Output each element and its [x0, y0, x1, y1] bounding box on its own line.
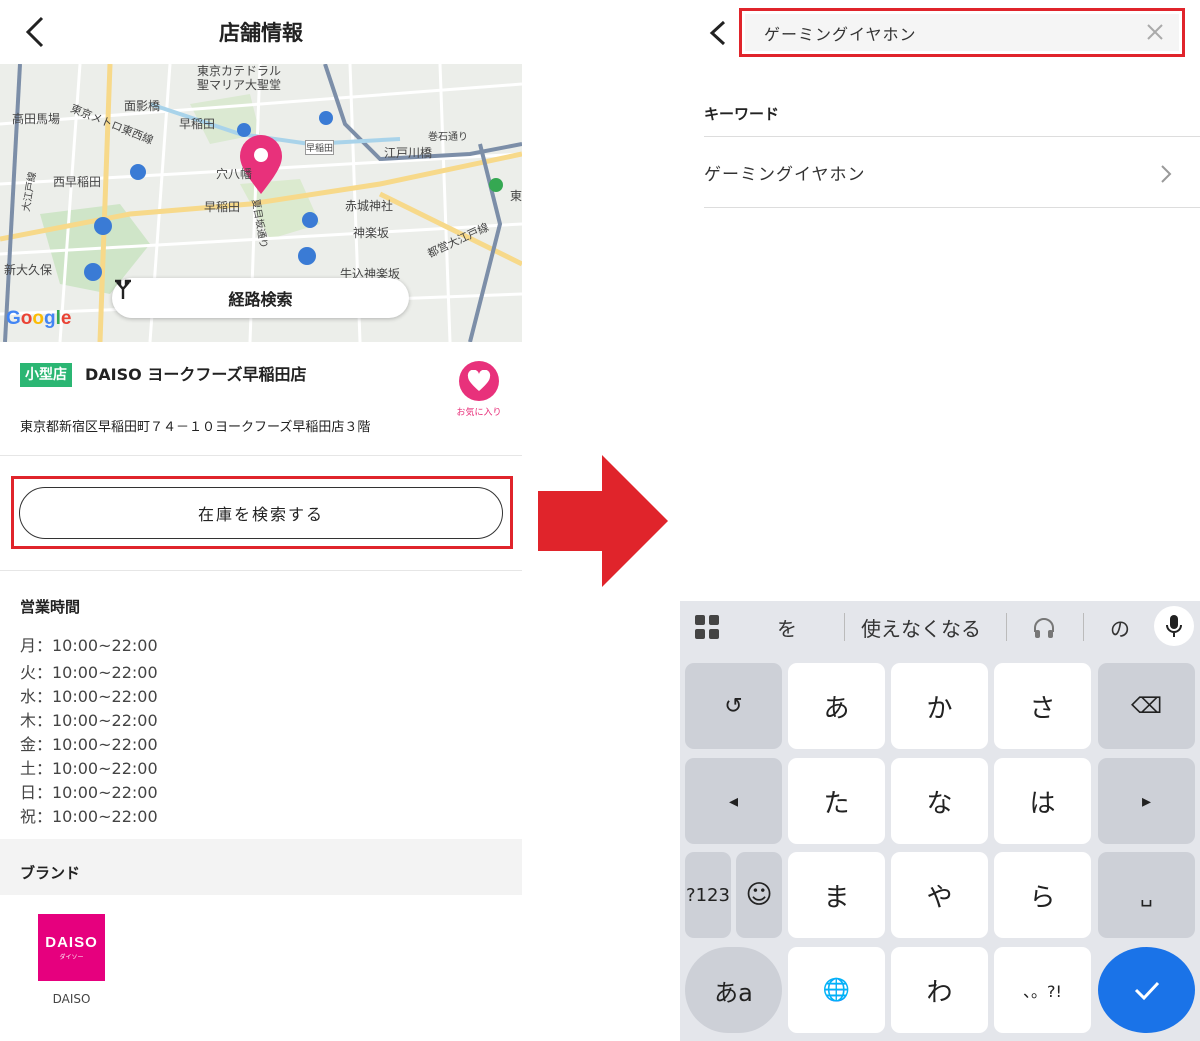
brand-label: DAISO [52, 992, 91, 1006]
divider [1083, 613, 1084, 641]
key-ma[interactable]: ま [788, 852, 885, 938]
key-sa[interactable]: さ [994, 663, 1091, 749]
punctuation-key[interactable]: 、。?! [994, 947, 1091, 1033]
header: 店舗情報 [0, 0, 522, 64]
hours-title: 営業時間 [20, 598, 81, 616]
map-label: 聖マリア大聖堂 [197, 78, 282, 92]
suggestion-bar: を 使えなくなる の [680, 601, 1200, 653]
directions-icon [115, 279, 131, 299]
store-name: DAISO ヨークフーズ早稲田店 [85, 365, 307, 384]
keyword-suggestion-item[interactable]: ゲーミングイヤホン [704, 137, 1200, 207]
language-key[interactable]: 🌐 [788, 947, 885, 1033]
divider [844, 613, 845, 641]
input-mode-key[interactable]: あa [685, 947, 782, 1033]
mic-button[interactable] [1154, 606, 1194, 646]
key-ta[interactable]: た [788, 758, 885, 844]
hours-row: 火：10:00~22:00 [20, 663, 158, 682]
highlight-box [739, 8, 1185, 57]
arrow-right-icon [538, 455, 668, 587]
map-label: 西早稲田 [53, 175, 102, 189]
key-a[interactable]: あ [788, 663, 885, 749]
back-button[interactable] [702, 16, 732, 50]
map-label: 高田馬場 [12, 112, 61, 126]
map-label: 早稲田 [179, 117, 216, 131]
daiso-logo-text: DAISO [45, 934, 98, 951]
map-label: 巻石通り [428, 132, 468, 143]
hours-row: 木：10:00~22:00 [20, 711, 158, 730]
favorite-label: お気に入り [456, 408, 502, 418]
hours-row: 土：10:00~22:00 [20, 759, 158, 778]
stock-search-button[interactable]: 在庫を検索する [19, 487, 503, 539]
hours-row: 水：10:00~22:00 [20, 687, 158, 706]
key-ka[interactable]: か [891, 663, 988, 749]
emoji-key[interactable]: ☺ [736, 852, 782, 938]
keyword-suggestion-label: ゲーミングイヤホン [704, 165, 866, 185]
chevron-left-icon [709, 20, 726, 46]
map-label: 面影橋 [124, 99, 161, 113]
map-label: 神楽坂 [353, 226, 390, 240]
headphones-icon[interactable] [1032, 616, 1056, 640]
map[interactable]: 東京カテドラル 聖マリア大聖堂 面影橋 高田馬場 東京メトロ東西線 早稲田 早稲… [0, 64, 522, 342]
cursor-right-key[interactable]: ▸ [1098, 758, 1195, 844]
favorite-button[interactable]: お気に入り [452, 361, 506, 421]
hours-row: 金：10:00~22:00 [20, 735, 158, 754]
daiso-logo-sub: ダイソー [59, 954, 84, 961]
suggestion-item[interactable]: 使えなくなる [861, 613, 981, 642]
space-key[interactable]: ␣ [1098, 852, 1195, 938]
key-ya[interactable]: や [891, 852, 988, 938]
route-search-label: 経路検索 [228, 290, 293, 309]
keyboard: を 使えなくなる の ↺ あ か さ ⌫ ◂ た な は ▸ ?123 ☺ ま [680, 601, 1200, 1041]
map-label: 早稲田 [204, 200, 241, 214]
keyword-section-title: キーワード [704, 105, 780, 123]
chevron-right-icon [1161, 165, 1172, 183]
route-search-button[interactable]: 経路検索 [112, 278, 409, 318]
map-label: 東 [510, 189, 522, 203]
heart-icon [467, 370, 491, 391]
key-ha[interactable]: は [994, 758, 1091, 844]
map-label: 江戸川橋 [384, 146, 433, 160]
brand-title: ブランド [20, 864, 81, 882]
suggestion-item[interactable]: を [777, 613, 797, 642]
mic-icon [1166, 615, 1182, 637]
divider [704, 207, 1200, 208]
key-na[interactable]: な [891, 758, 988, 844]
key-ra[interactable]: ら [994, 852, 1091, 938]
search-screen: ゲーミングイヤホン キーワード ゲーミングイヤホン を 使えなくなる の ↺ あ… [680, 0, 1200, 1041]
hours-row: 月：10:00~22:00 [20, 636, 158, 655]
divider [1006, 613, 1007, 641]
store-info: 小型店 DAISO ヨークフーズ早稲田店 東京都新宿区早稲田町７４－１０ヨークフ… [0, 342, 522, 456]
map-label: 早稲田 [305, 140, 335, 155]
map-label: 穴八幡 [216, 167, 253, 181]
hours-row: 祝：10:00~22:00 [20, 807, 158, 826]
page-title: 店舗情報 [219, 21, 303, 45]
map-label: 赤城神社 [345, 199, 394, 213]
hours-row: 日：10:00~22:00 [20, 783, 158, 802]
daiso-logo[interactable]: DAISO ダイソー [38, 914, 105, 981]
apps-grid-icon[interactable] [694, 614, 720, 640]
enter-key[interactable]: ✓ [1098, 947, 1195, 1033]
divider [0, 570, 522, 571]
google-logo: Google [6, 308, 72, 329]
key-wa[interactable]: わ [891, 947, 988, 1033]
store-info-screen: 店舗情報 東京カテドラル 聖マリア大聖堂 面影橋 高田馬場 東京メトロ東西線 早… [0, 0, 522, 1041]
favorite-circle [459, 361, 499, 401]
cursor-left-key[interactable]: ◂ [685, 758, 782, 844]
store-address: 東京都新宿区早稲田町７４－１０ヨークフーズ早稲田店３階 [20, 420, 371, 435]
suggestion-item[interactable]: の [1110, 613, 1130, 642]
map-label: 新大久保 [4, 263, 53, 277]
symbols-key[interactable]: ?123 [685, 852, 731, 938]
backspace-key[interactable]: ⌫ [1098, 663, 1195, 749]
store-type-badge: 小型店 [20, 363, 72, 387]
undo-key[interactable]: ↺ [685, 663, 782, 749]
check-icon [1134, 981, 1159, 1001]
